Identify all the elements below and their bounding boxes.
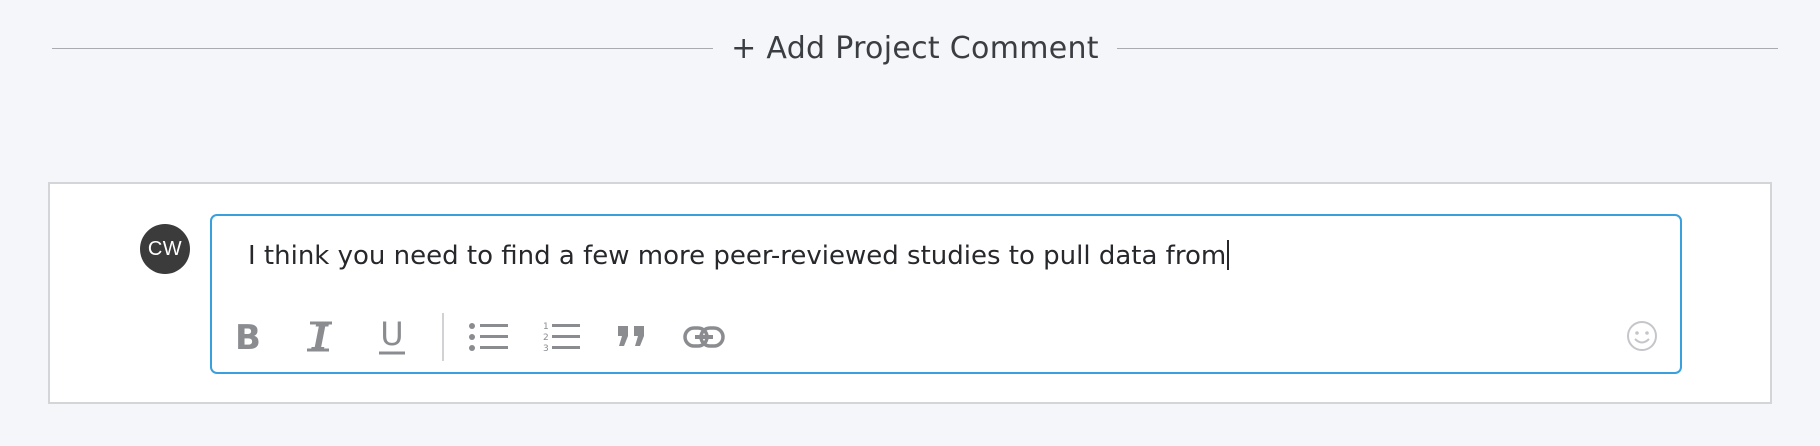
- formatting-toolbar: B I U 1 2 3: [226, 312, 754, 362]
- comment-input[interactable]: I think you need to find a few more peer…: [248, 240, 1230, 271]
- quote-icon: [618, 326, 644, 346]
- smiley-icon: [1627, 321, 1657, 351]
- numbered-list-button[interactable]: 1 2 3: [538, 315, 582, 359]
- bold-button[interactable]: B: [226, 315, 270, 359]
- bold-icon: B: [235, 319, 261, 355]
- add-comment-divider: + Add Project Comment: [52, 24, 1778, 72]
- bulleted-list-icon: [469, 323, 508, 351]
- svg-text:3: 3: [543, 344, 549, 354]
- bulleted-list-button[interactable]: [466, 315, 510, 359]
- text-caret: [1227, 240, 1230, 270]
- add-project-comment-button[interactable]: + Add Project Comment: [713, 31, 1117, 66]
- comment-editor[interactable]: I think you need to find a few more peer…: [210, 214, 1682, 374]
- numbered-list-icon: 1 2 3: [543, 322, 580, 354]
- italic-icon: I: [307, 319, 332, 355]
- quote-button[interactable]: [610, 315, 654, 359]
- italic-button[interactable]: I: [298, 315, 342, 359]
- divider-line-right: [1116, 47, 1778, 49]
- underline-button[interactable]: U: [370, 315, 414, 359]
- emoji-button[interactable]: [1624, 318, 1660, 354]
- link-button[interactable]: [682, 315, 726, 359]
- link-icon: [683, 326, 725, 348]
- svg-text:U: U: [380, 317, 403, 353]
- svg-text:2: 2: [543, 333, 549, 343]
- toolbar-separator: [442, 313, 444, 361]
- svg-text:1: 1: [543, 322, 549, 332]
- svg-text:B: B: [235, 319, 261, 355]
- underline-icon: U: [379, 317, 405, 355]
- divider-line-left: [52, 47, 714, 49]
- avatar: CW: [140, 224, 190, 274]
- comment-text: I think you need to find a few more peer…: [248, 241, 1227, 271]
